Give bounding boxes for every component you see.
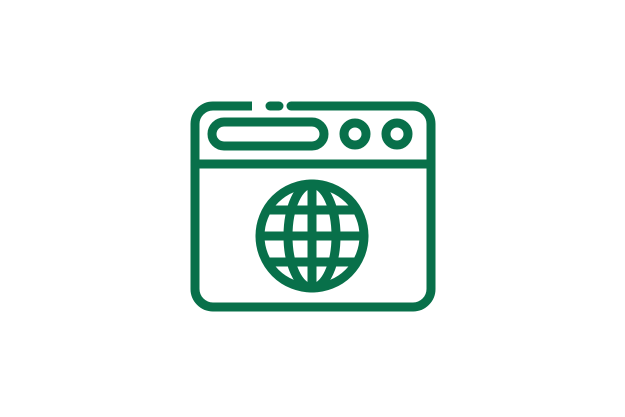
window-button-icon	[381, 118, 413, 150]
browser-globe-icon	[0, 0, 625, 417]
browser-globe-icon-graphic	[190, 100, 436, 312]
window-button-icon	[339, 118, 371, 150]
frame-top-accent	[252, 100, 305, 112]
address-bar-shape	[207, 117, 329, 151]
icon-canvas	[0, 0, 625, 417]
